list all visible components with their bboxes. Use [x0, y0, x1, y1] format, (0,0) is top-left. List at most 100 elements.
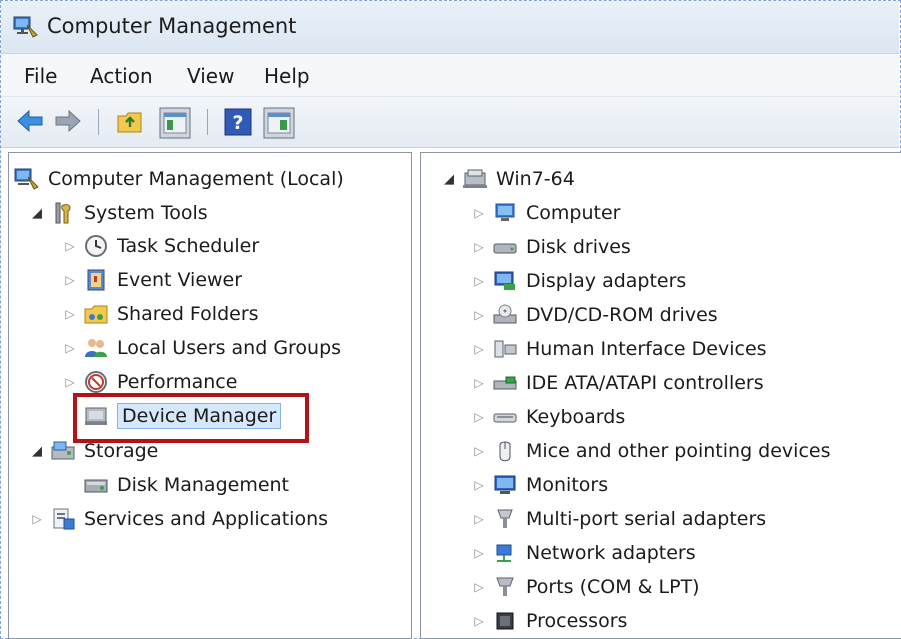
expand-arrow-icon[interactable]: ▷	[472, 240, 486, 254]
device-category-label: Processors	[526, 610, 628, 632]
expand-arrow-icon[interactable]: ▷	[63, 273, 77, 287]
tree-item-label: System Tools	[84, 202, 208, 224]
tree-item-label: Task Scheduler	[117, 235, 260, 257]
tree-item-event-viewer[interactable]: ▷ Event Viewer	[63, 265, 242, 295]
device-manager-highlight-box	[73, 393, 309, 443]
menu-file[interactable]: File	[24, 64, 57, 88]
svg-text:?: ?	[232, 112, 243, 134]
disk-drive-icon	[493, 243, 517, 254]
expand-arrow-icon[interactable]: ▷	[63, 375, 77, 389]
expand-arrow-icon[interactable]: ▷	[472, 512, 486, 526]
device-category-multi-port-serial-adapters[interactable]: ▷ Multi-port serial adapters	[472, 504, 766, 534]
device-category-label: Monitors	[526, 474, 609, 496]
help-icon[interactable]: ?	[223, 107, 253, 137]
tree-item-label: Computer Management (Local)	[48, 168, 344, 190]
performance-icon	[85, 371, 107, 393]
expand-arrow-icon[interactable]: ▷	[30, 512, 44, 526]
human-interface-device-icon	[494, 340, 517, 358]
device-category-display-adapters[interactable]: ▷ Display adapters	[472, 266, 686, 296]
shared-folder-icon	[84, 305, 108, 324]
tree-item-label: Services and Applications	[84, 508, 329, 530]
tree-item-computer-management-local[interactable]: Computer Management (Local)	[14, 164, 344, 194]
forward-arrow-icon[interactable]	[53, 107, 83, 135]
menu-view[interactable]: View	[187, 64, 234, 88]
tree-item-label: Performance	[117, 371, 238, 393]
show-hide-console-tree-icon[interactable]	[159, 107, 191, 139]
device-category-processors[interactable]: ▷ Processors	[472, 606, 627, 636]
device-category-keyboards[interactable]: ▷ Keyboards	[472, 402, 625, 432]
tools-icon	[55, 202, 71, 224]
menu-help[interactable]: Help	[264, 64, 310, 88]
menu-action[interactable]: Action	[90, 64, 153, 88]
expand-arrow-icon[interactable]: ▷	[63, 239, 77, 253]
expand-arrow-icon[interactable]: ▷	[472, 308, 486, 322]
device-category-label: Computer	[526, 202, 621, 224]
expand-arrow-icon[interactable]: ▷	[472, 478, 486, 492]
expand-arrow-icon[interactable]: ▷	[472, 444, 486, 458]
device-category-label: DVD/CD-ROM drives	[526, 304, 718, 326]
computer-icon	[463, 169, 487, 188]
device-category-network-adapters[interactable]: ▷ Network adapters	[472, 538, 696, 568]
dvd-drive-icon	[493, 304, 517, 324]
device-tree-root-label: Win7-64	[496, 168, 575, 190]
up-folder-icon[interactable]	[115, 107, 145, 137]
network-adapter-icon	[496, 544, 512, 562]
expand-arrow-icon[interactable]: ▷	[472, 614, 486, 628]
tree-item-local-users-and-groups[interactable]: ▷ Local Users and Groups	[63, 333, 341, 363]
device-category-label: Human Interface Devices	[526, 338, 767, 360]
device-category-ports-com-lpt[interactable]: ▷ Ports (COM & LPT)	[472, 572, 700, 602]
tree-item-task-scheduler[interactable]: ▷ Task Scheduler	[63, 231, 259, 261]
computer-management-icon	[14, 168, 39, 190]
expand-arrow-icon[interactable]: ▷	[472, 376, 486, 390]
event-viewer-icon	[87, 269, 105, 291]
device-category-label: IDE ATA/ATAPI controllers	[526, 372, 764, 394]
toolbar-separator	[207, 109, 208, 135]
collapse-arrow-icon[interactable]: ◢	[30, 206, 44, 221]
serial-adapter-icon	[497, 509, 513, 528]
device-category-computer[interactable]: ▷ Computer	[472, 198, 620, 228]
expand-arrow-icon[interactable]: ▷	[472, 410, 486, 424]
services-icon	[53, 508, 75, 530]
users-icon	[85, 339, 107, 357]
device-category-mice-and-other-pointing-devices[interactable]: ▷ Mice and other pointing devices	[472, 436, 830, 466]
expand-arrow-icon[interactable]: ▷	[472, 206, 486, 220]
tree-item-shared-folders[interactable]: ▷ Shared Folders	[63, 299, 259, 329]
device-category-label: Disk drives	[526, 236, 631, 258]
tree-item-disk-management[interactable]: Disk Management	[83, 470, 289, 500]
window-title: Computer Management	[47, 14, 297, 38]
expand-arrow-icon[interactable]: ▷	[472, 342, 486, 356]
port-icon	[496, 577, 514, 596]
device-category-ide-ata-atapi-controllers[interactable]: ▷ IDE ATA/ATAPI controllers	[472, 368, 764, 398]
device-category-label: Multi-port serial adapters	[526, 508, 767, 530]
device-category-disk-drives[interactable]: ▷ Disk drives	[472, 232, 631, 262]
device-category-label: Keyboards	[526, 406, 626, 428]
expand-arrow-icon[interactable]: ▷	[472, 274, 486, 288]
ide-controller-icon	[493, 376, 517, 390]
expand-arrow-icon[interactable]: ▷	[472, 546, 486, 560]
expand-arrow-icon[interactable]: ▷	[472, 580, 486, 594]
toolbar: ?	[1, 97, 899, 148]
tree-item-label: Disk Management	[117, 474, 290, 496]
device-category-monitors[interactable]: ▷ Monitors	[472, 470, 608, 500]
device-category-dvd-cd-rom-drives[interactable]: ▷ DVD/CD-ROM drives	[472, 300, 718, 330]
collapse-arrow-icon[interactable]: ◢	[442, 172, 456, 187]
keyboard-icon	[493, 413, 517, 423]
device-category-label: Display adapters	[526, 270, 687, 292]
expand-arrow-icon[interactable]: ▷	[63, 307, 77, 321]
device-category-label: Mice and other pointing devices	[526, 440, 831, 462]
show-hide-action-pane-icon[interactable]	[263, 107, 295, 139]
tree-item-services-and-applications[interactable]: ▷ Services and Applications	[30, 504, 328, 534]
mouse-icon	[499, 441, 511, 462]
device-category-label: Ports (COM & LPT)	[526, 576, 700, 598]
tree-item-label: Shared Folders	[117, 303, 259, 325]
display-adapter-icon	[494, 271, 515, 290]
tree-item-system-tools[interactable]: ◢ System Tools	[30, 198, 208, 228]
back-arrow-icon[interactable]	[15, 107, 45, 135]
device-tree-root[interactable]: ◢ Win7-64	[442, 164, 575, 194]
collapse-arrow-icon[interactable]: ◢	[30, 444, 44, 459]
monitor-icon	[494, 475, 516, 494]
device-category-label: Network adapters	[526, 542, 696, 564]
tree-item-label: Event Viewer	[117, 269, 243, 291]
device-category-human-interface-devices[interactable]: ▷ Human Interface Devices	[472, 334, 767, 364]
expand-arrow-icon[interactable]: ▷	[63, 341, 77, 355]
